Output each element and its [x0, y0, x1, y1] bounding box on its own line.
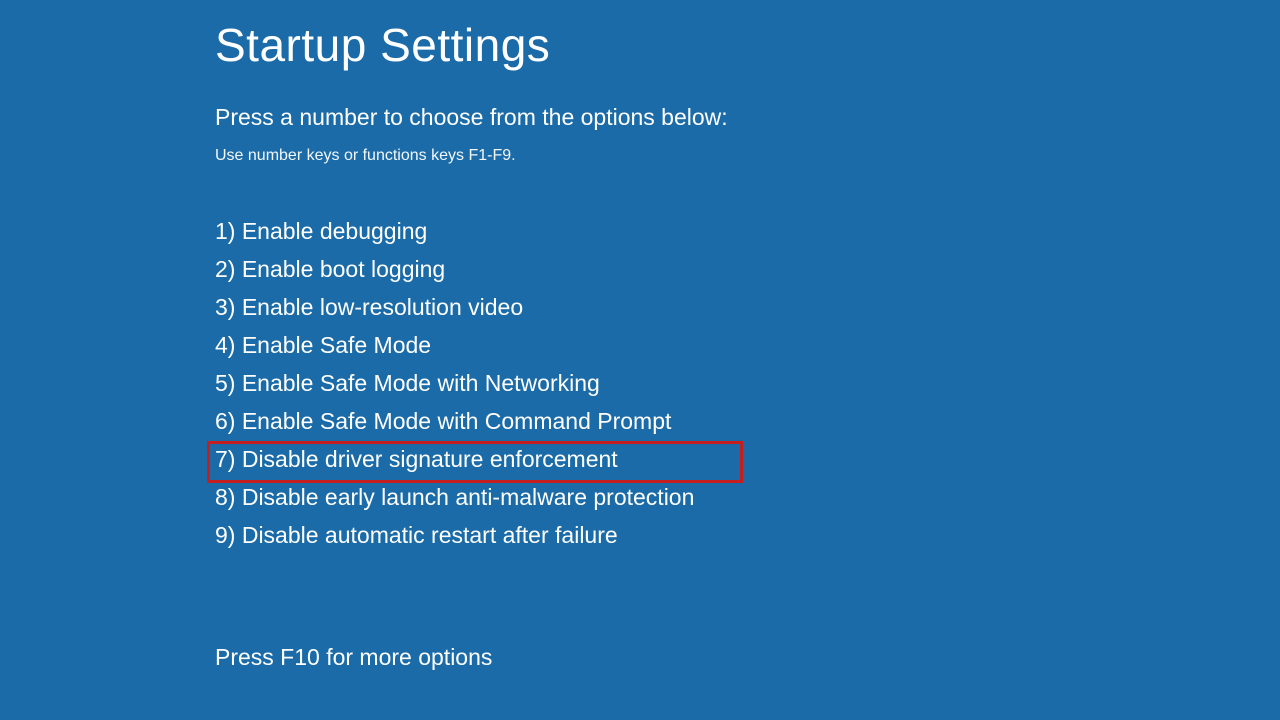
- option-6[interactable]: 6) Enable Safe Mode with Command Prompt: [215, 403, 1280, 441]
- page-title: Startup Settings: [215, 18, 1280, 72]
- option-3[interactable]: 3) Enable low-resolution video: [215, 289, 1280, 327]
- option-5[interactable]: 5) Enable Safe Mode with Networking: [215, 365, 1280, 403]
- footer-text: Press F10 for more options: [215, 644, 1280, 671]
- option-8[interactable]: 8) Disable early launch anti-malware pro…: [215, 479, 1280, 517]
- instruction-text: Press a number to choose from the option…: [215, 104, 1280, 131]
- option-2[interactable]: 2) Enable boot logging: [215, 251, 1280, 289]
- hint-text: Use number keys or functions keys F1-F9.: [215, 147, 1280, 165]
- options-list: 1) Enable debugging 2) Enable boot loggi…: [215, 213, 1280, 554]
- option-9[interactable]: 9) Disable automatic restart after failu…: [215, 517, 1280, 555]
- option-7[interactable]: 7) Disable driver signature enforcement: [215, 441, 1280, 479]
- startup-settings-screen: Startup Settings Press a number to choos…: [0, 0, 1280, 671]
- option-4[interactable]: 4) Enable Safe Mode: [215, 327, 1280, 365]
- option-1[interactable]: 1) Enable debugging: [215, 213, 1280, 251]
